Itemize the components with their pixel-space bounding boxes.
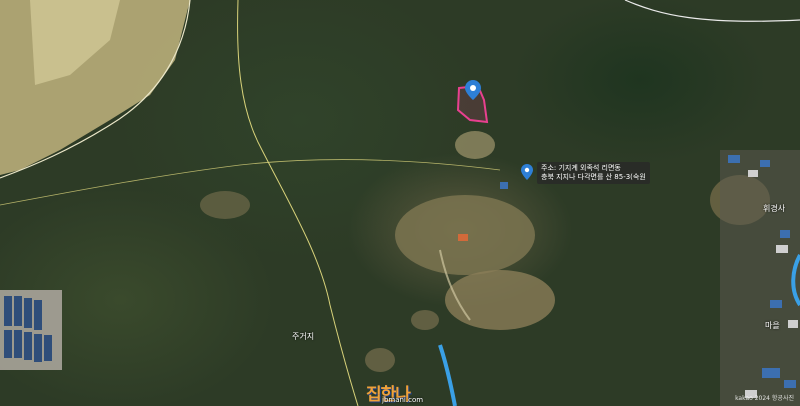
village-area xyxy=(720,150,800,406)
address-callout[interactable]: 주소: 기지계 외족석 리면동 충북 지지나 다각면를 산 85-3(숙원 xyxy=(537,162,650,184)
field-terrace xyxy=(445,270,555,330)
label-village: 마을 xyxy=(765,321,780,330)
map-canvas[interactable]: 주소: 기지계 외족석 리면동 충북 지지나 다각면를 산 85-3(숙원 휘경… xyxy=(0,0,800,406)
map-copyright: kakao 2024 항공사진 xyxy=(735,395,794,402)
stream xyxy=(438,344,457,406)
clearing-upper xyxy=(455,131,495,159)
site-logo: 집한나 jbmani.com xyxy=(366,380,438,406)
parcel-location-pin-icon[interactable] xyxy=(465,80,481,100)
house-blue xyxy=(500,182,508,189)
road-line xyxy=(237,0,359,406)
field-left xyxy=(200,191,250,219)
label-facility-1: 휘경사 xyxy=(763,204,786,213)
road-line-3 xyxy=(624,0,800,22)
label-residence: 주거지 xyxy=(292,332,315,341)
aerial-terrain xyxy=(0,0,800,406)
clearing-lower xyxy=(365,348,395,372)
logo-url: jbmani.com xyxy=(382,396,424,404)
house-orange xyxy=(458,234,468,241)
callout-line-1: 주소: 기지계 외족석 리면동 xyxy=(541,164,621,172)
clearing-south xyxy=(411,310,439,330)
address-pin-icon[interactable] xyxy=(521,164,533,180)
road-line-2 xyxy=(0,159,501,206)
callout-line-2: 충북 지지나 다각면를 산 85-3(숙원 xyxy=(541,173,646,181)
